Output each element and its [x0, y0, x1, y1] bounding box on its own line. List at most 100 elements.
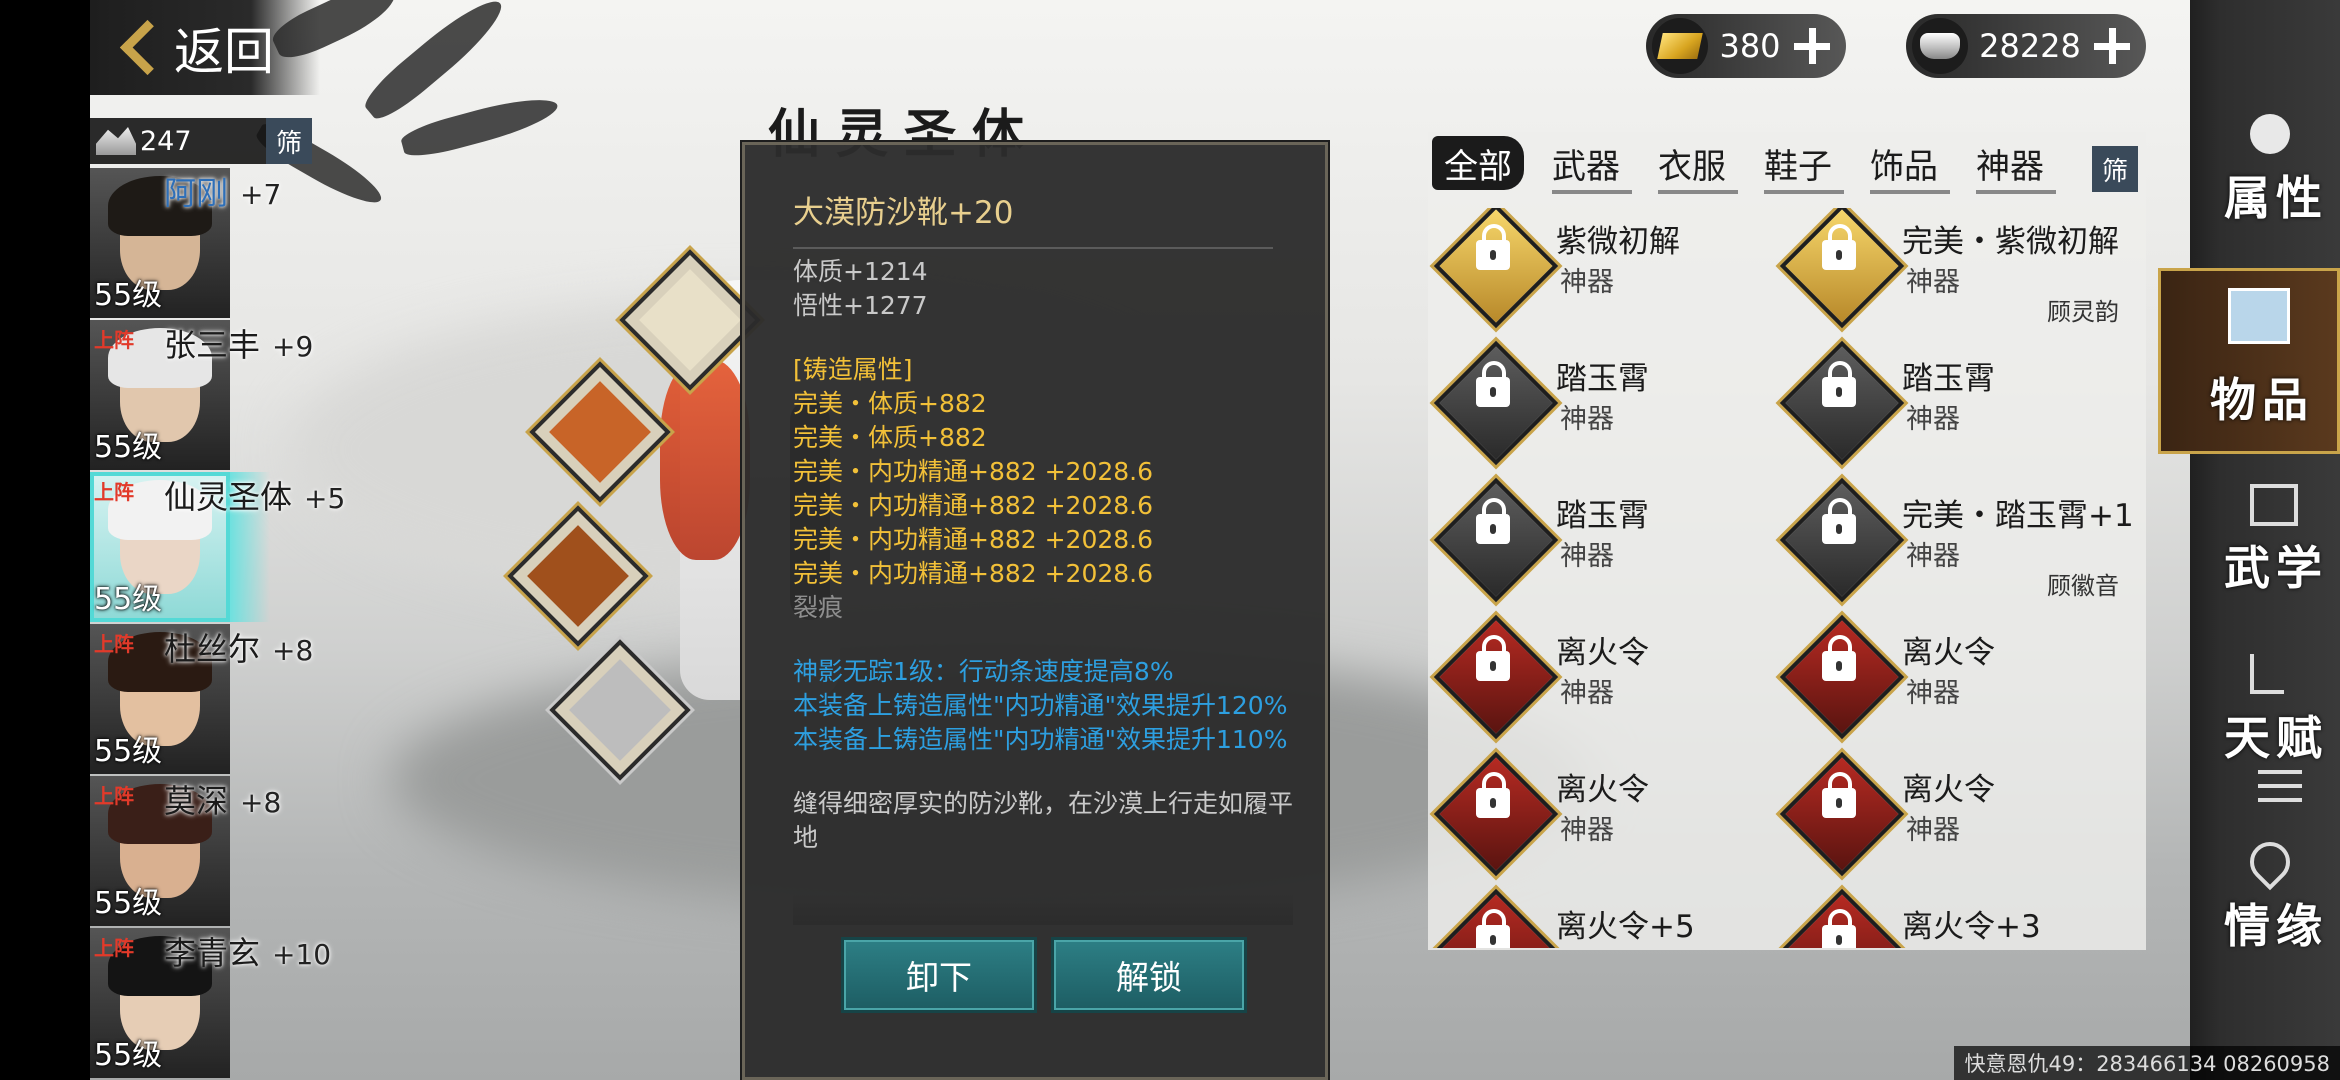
sidebar-item-label: 情缘 [2224, 899, 2328, 953]
item-type: 神器 [1906, 945, 1960, 948]
inventory-item[interactable]: 踏玉霄 神器 [1779, 340, 2127, 466]
hero-plus: +8 [240, 786, 282, 819]
item-type: 神器 [1560, 678, 1614, 709]
item-type: 神器 [1906, 541, 1960, 572]
inventory-item[interactable]: 踏玉霄 神器 [1433, 340, 1781, 466]
forge-line: 完美・体质+882 [793, 423, 987, 452]
hero-plus: +9 [272, 330, 314, 363]
tab-all[interactable]: 全部 [1432, 136, 1524, 190]
hero-card-selected[interactable]: 上阵 55级 仙灵圣体 +5 [90, 472, 410, 622]
inventory-item[interactable]: 离火令 神器 [1779, 614, 2127, 740]
inventory-item[interactable]: 离火令+3 神器 [1779, 888, 2127, 948]
hero-name-row: 张三丰 +9 [164, 320, 313, 366]
silver-currency: 28228 [1906, 14, 2146, 78]
item-type: 神器 [1560, 945, 1614, 948]
sidebar-item-martial-arts[interactable]: 武学 [2196, 480, 2340, 608]
forge-line: 完美・体质+882 [793, 389, 987, 418]
forge-line: 完美・内功精通+882 +2028.6 [793, 457, 1154, 486]
inventory-grid[interactable]: 紫微初解 神器 完美・紫微初解 神器 顾灵韵 踏玉霄 神器 踏玉霄 神器 踏玉霄… [1428, 208, 2146, 948]
sidebar-item-talent[interactable]: 天赋 [2196, 650, 2340, 778]
roster-count: 247 筛 [90, 118, 312, 164]
item-name: 踏玉霄 [1556, 498, 1649, 534]
unlock-button[interactable]: 解锁 [1051, 937, 1247, 1013]
tab-accessory[interactable]: 饰品 [1870, 136, 1938, 190]
hero-card[interactable]: 上阵 55级 莫深 +8 [90, 776, 410, 926]
hero-plus: +8 [272, 634, 314, 667]
inventory-tabs: 全部 武器 衣服 鞋子 饰品 神器 筛 [1428, 136, 2146, 194]
lock-icon [1476, 635, 1510, 681]
inventory-item[interactable]: 离火令+5 神器 [1433, 888, 1781, 948]
hero-name: 仙灵圣体 [164, 478, 293, 516]
back-button[interactable]: 返回 [90, 0, 320, 95]
inventory-item[interactable]: 完美・踏玉霄+1 神器 顾徽音 [1779, 477, 2134, 603]
item-type: 神器 [1906, 267, 1960, 298]
roster-count-value: 247 [140, 125, 192, 157]
tooltip-body[interactable]: 体质+1214 悟性+1277 [铸造属性] 完美・体质+882 完美・体质+8… [793, 255, 1293, 923]
hero-plus: +7 [240, 178, 282, 211]
hero-name-row: 阿刚 +7 [164, 168, 281, 214]
item-type: 神器 [1906, 678, 1960, 709]
item-name: 离火令+3 [1902, 909, 2041, 945]
item-description: 缝得细密厚实的防沙靴，在沙漠上行走如履平地 [793, 789, 1293, 852]
sidebar-item-label: 物品 [2210, 373, 2314, 427]
gold-value: 380 [1719, 27, 1781, 65]
gold-ingot-icon [1652, 18, 1708, 74]
tab-weapon[interactable]: 武器 [1552, 136, 1620, 190]
scroll-fade [793, 893, 1293, 925]
base-stat: 悟性+1277 [793, 291, 928, 320]
hero-deploy-tag: 上阵 [94, 784, 134, 808]
forge-line: 完美・内功精通+882 +2028.6 [793, 525, 1154, 554]
roster-filter-button[interactable]: 筛 [266, 118, 312, 164]
hero-plus: +5 [304, 482, 346, 515]
hero-deploy-tag: 上阵 [94, 632, 134, 656]
lock-icon [1476, 361, 1510, 407]
hero-level: 55级 [94, 430, 163, 465]
inventory-item[interactable]: 离火令 神器 [1779, 751, 2127, 877]
hero-level: 55级 [94, 278, 163, 313]
item-type: 神器 [1906, 404, 1960, 435]
crack-text: 裂痕 [793, 593, 844, 622]
item-name: 踏玉霄 [1902, 361, 1995, 397]
talent-tree-icon [2250, 654, 2284, 694]
sidebar-item-bonds[interactable]: 情缘 [2196, 833, 2340, 966]
sidebar-item-attributes[interactable]: 属性 [2196, 110, 2340, 238]
inventory-filter-button[interactable]: 筛 [2092, 146, 2138, 192]
server-info: 快意恩仇49：283466134 08260958 [1954, 1046, 2340, 1080]
add-silver-button[interactable] [2092, 26, 2132, 66]
hero-name-row: 莫深 +8 [164, 776, 281, 822]
lock-icon [1822, 498, 1856, 544]
inventory-item[interactable]: 完美・紫微初解 神器 顾灵韵 [1779, 208, 2127, 329]
tab-clothes[interactable]: 衣服 [1658, 136, 1726, 190]
lock-icon [1476, 498, 1510, 544]
item-name: 离火令+5 [1556, 909, 1695, 945]
add-gold-button[interactable] [1792, 26, 1832, 66]
item-owner: 顾灵韵 [2047, 298, 2119, 326]
inventory-item[interactable]: 离火令 神器 [1433, 751, 1781, 877]
item-name: 离火令 [1556, 772, 1649, 808]
gourd-icon [2250, 114, 2290, 154]
lock-icon [1476, 772, 1510, 818]
item-name: 离火令 [1902, 635, 1995, 671]
effect-line: 本装备上铸造属性"内功精通"效果提升120% [793, 691, 1288, 720]
sidebar-item-items[interactable]: 物品 [2158, 268, 2340, 454]
hero-deploy-tag: 上阵 [94, 936, 134, 960]
item-owner: 顾徽音 [2047, 572, 2119, 600]
item-name: 离火令 [1556, 635, 1649, 671]
inventory-item[interactable]: 紫微初解 神器 [1433, 208, 1781, 329]
menu-icon[interactable] [2258, 770, 2302, 806]
inventory-item[interactable]: 离火令 神器 [1433, 614, 1781, 740]
tab-shoes[interactable]: 鞋子 [1764, 136, 1832, 190]
inventory-item[interactable]: 踏玉霄 神器 [1433, 477, 1781, 603]
hero-name: 杜丝尔 [164, 630, 261, 668]
hero-card[interactable]: 上阵 55级 杜丝尔 +8 [90, 624, 410, 774]
hero-name-row: 杜丝尔 +8 [164, 624, 313, 670]
tab-artifact[interactable]: 神器 [1976, 136, 2044, 190]
sidebar-item-label: 天赋 [2224, 711, 2328, 765]
sidebar-item-label: 武学 [2224, 541, 2328, 595]
hero-card[interactable]: 55级 阿刚 +7 [90, 168, 410, 318]
hero-card[interactable]: 上阵 55级 张三丰 +9 [90, 320, 410, 470]
back-label: 返回 [174, 22, 274, 81]
hero-card[interactable]: 上阵 55级 李青玄 +10 [90, 928, 410, 1078]
unequip-button[interactable]: 卸下 [841, 937, 1037, 1013]
lock-icon [1822, 224, 1856, 270]
